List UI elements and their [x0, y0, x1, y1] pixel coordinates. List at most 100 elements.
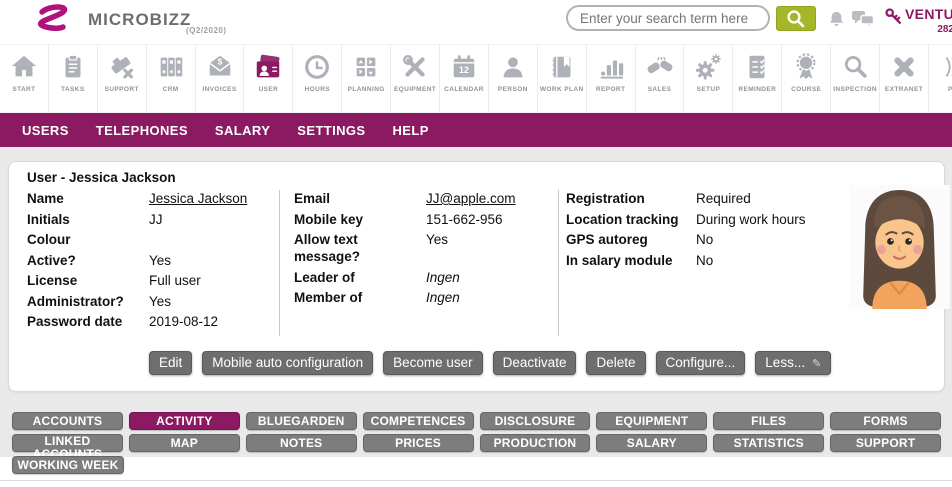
field-label: Mobile key: [294, 211, 426, 228]
toolbar-item-calendar[interactable]: 12CALENDAR: [440, 45, 489, 112]
person-icon: [497, 52, 529, 82]
detail-tabs-row1: ACCOUNTS ACTIVITY BLUEGARDEN COMPETENCES DIS…: [12, 412, 941, 430]
field-row-mobile-key: Mobile key151-662-956: [294, 211, 544, 228]
toolbar-item-label: PLANNING: [348, 86, 385, 93]
user-fields-col1: NameJessica JacksonInitialsJJColourActiv…: [27, 190, 275, 334]
tab-activity[interactable]: ACTIVITY: [129, 412, 240, 430]
field-row-member-of: Member ofIngen: [294, 289, 544, 306]
tab-working-week[interactable]: WORKING WEEK: [12, 456, 124, 474]
field-value-location-tracking: During work hours: [696, 211, 836, 228]
toolbar-item-hours[interactable]: HOURS: [293, 45, 342, 112]
toolbar-item-tasks[interactable]: TASKS: [49, 45, 98, 112]
field-value-gps-autoreg: No: [696, 231, 836, 248]
field-label: Initials: [27, 211, 149, 228]
toolbar-item-reminder[interactable]: REMINDER: [733, 45, 782, 112]
tab-accounts[interactable]: ACCOUNTS: [12, 412, 123, 430]
tab-bluegarden[interactable]: BLUEGARDEN: [246, 412, 357, 430]
workplan-icon: [546, 52, 578, 82]
less-button[interactable]: Less...✎: [755, 351, 831, 375]
nav-item-settings[interactable]: SETTINGS: [297, 123, 365, 138]
login-key-icon[interactable]: [884, 7, 903, 26]
detail-tabs-row3: WORKING WEEK: [12, 456, 941, 474]
toolbar-item-label: HOURS: [305, 86, 330, 93]
tab-production[interactable]: PRODUCTION: [480, 434, 591, 452]
user-detail-panel: User - Jessica Jackson NameJessica Jacks…: [8, 161, 945, 392]
tab-notes[interactable]: NOTES: [246, 434, 357, 452]
module-toolbar: STARTTASKSSUPPORT CRM $INVOICES USER HOURS PL…: [0, 44, 952, 113]
tab-forms[interactable]: FORMS: [830, 412, 941, 430]
toolbar-item-label: EQUIPMENT: [394, 86, 436, 93]
search-button[interactable]: [776, 6, 816, 31]
nav-item-help[interactable]: HELP: [393, 123, 429, 138]
toolbar-item-work-plan[interactable]: WORK PLAN: [538, 45, 587, 112]
field-row-gps-autoreg: GPS autoregNo: [566, 231, 836, 248]
nav-item-users[interactable]: USERS: [22, 123, 69, 138]
field-value-password-date: 2019-08-12: [149, 313, 275, 330]
tab-competences[interactable]: COMPETENCES: [363, 412, 474, 430]
tab-salary[interactable]: SALARY: [596, 434, 707, 452]
toolbar-item-crm[interactable]: CRM: [147, 45, 196, 112]
user-icon: [252, 52, 284, 82]
tab-support[interactable]: SUPPORT: [830, 434, 941, 452]
toolbar-item-equipment[interactable]: EQUIPMENT: [391, 45, 440, 112]
toolbar-item-user[interactable]: USER: [244, 45, 293, 112]
messages-chat-icon[interactable]: [851, 9, 875, 29]
detail-tabs-row2: LINKED ACCOUNTS MAP NOTES PRICES PRODUCTION S…: [12, 434, 941, 452]
field-value-in-salary-module: No: [696, 252, 836, 269]
toolbar-item-setup[interactable]: SETUP: [684, 45, 733, 112]
field-row-active: Active?Yes: [27, 252, 275, 269]
tab-prices[interactable]: PRICES: [363, 434, 474, 452]
delete-button[interactable]: Delete: [586, 351, 645, 375]
toolbar-item-planning[interactable]: PLANNING: [342, 45, 391, 112]
field-label: Administrator?: [27, 293, 149, 310]
toolbar-item-label: USER: [259, 86, 279, 93]
nav-item-telephones[interactable]: TELEPHONES: [96, 123, 188, 138]
field-row-colour: Colour: [27, 231, 275, 248]
name-link[interactable]: Jessica Jackson: [149, 191, 247, 206]
microbizz-app: MICROBIZZ (Q2/2020): [0, 0, 952, 487]
brand-name: MICROBIZZ: [88, 10, 191, 30]
svg-text:12: 12: [459, 65, 469, 75]
toolbar-item-report[interactable]: REPORT: [587, 45, 636, 112]
email-link[interactable]: JJ@apple.com: [426, 191, 516, 206]
sales-icon: [644, 52, 676, 82]
field-row-password-date: Password date2019-08-12: [27, 313, 275, 330]
toolbar-item-support[interactable]: SUPPORT: [98, 45, 147, 112]
toolbar-item-start[interactable]: START: [0, 45, 49, 112]
nav-item-salary[interactable]: SALARY: [215, 123, 270, 138]
notifications-bell-icon[interactable]: [827, 8, 846, 30]
column-divider: [279, 190, 280, 336]
field-label: Location tracking: [566, 211, 696, 228]
microbizz-logo-icon[interactable]: [28, 2, 78, 47]
field-row-administrator: Administrator?Yes: [27, 293, 275, 310]
tab-statistics[interactable]: STATISTICS: [713, 434, 824, 452]
tab-map[interactable]: MAP: [129, 434, 240, 452]
configure-button[interactable]: Configure...: [656, 351, 746, 375]
field-label: Registration: [566, 190, 696, 207]
tab-equipment[interactable]: EQUIPMENT: [596, 412, 707, 430]
account-menu[interactable]: VENTU 282: [905, 6, 952, 35]
toolbar-item-label: WORK PLAN: [540, 86, 584, 93]
become-user-button[interactable]: Become user: [383, 351, 483, 375]
deactivate-button[interactable]: Deactivate: [493, 351, 577, 375]
toolbar-item-extranet[interactable]: EXTRANET: [880, 45, 929, 112]
field-value-active: Yes: [149, 252, 275, 269]
tab-disclosure[interactable]: DISCLOSURE: [480, 412, 591, 430]
toolbar-item-course[interactable]: COURSE: [782, 45, 831, 112]
toolbar-item-invoices[interactable]: $INVOICES: [196, 45, 245, 112]
toolbar-item-pr[interactable]: PR: [929, 45, 952, 112]
toolbar-item-label: CRM: [163, 86, 179, 93]
field-row-leader-of: Leader ofIngen: [294, 269, 544, 286]
field-value-mobile-key: 151-662-956: [426, 211, 544, 228]
field-row-initials: InitialsJJ: [27, 211, 275, 228]
svg-text:$: $: [217, 57, 222, 67]
search-input[interactable]: [566, 5, 770, 31]
planning-icon: [350, 52, 382, 82]
edit-button[interactable]: Edit: [149, 351, 192, 375]
toolbar-item-sales[interactable]: SALES: [636, 45, 685, 112]
tab-files[interactable]: FILES: [713, 412, 824, 430]
mobile-auto-configuration-button[interactable]: Mobile auto configuration: [202, 351, 373, 375]
tab-linked-accounts[interactable]: LINKED ACCOUNTS: [12, 434, 123, 452]
toolbar-item-person[interactable]: PERSON: [489, 45, 538, 112]
toolbar-item-inspection[interactable]: INSPECTION: [831, 45, 880, 112]
